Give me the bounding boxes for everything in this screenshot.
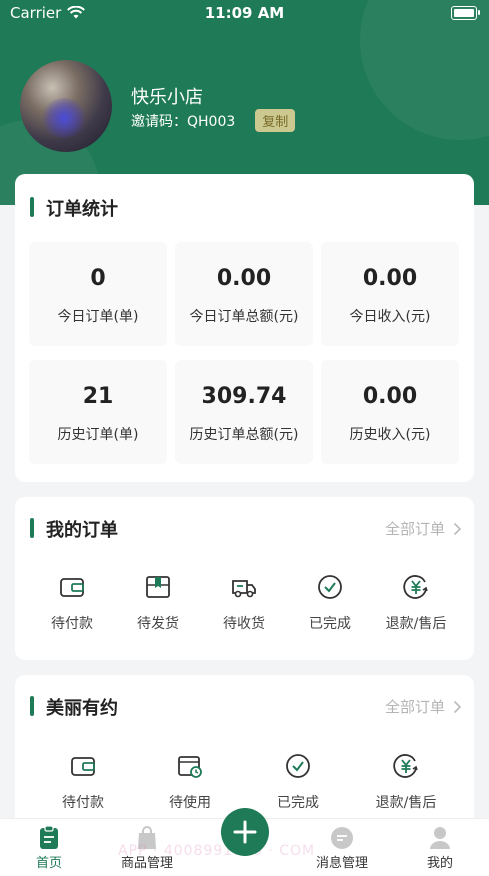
order-pending-receipt[interactable]: 待收货 [199,573,289,633]
order-pending-payment[interactable]: 待付款 [27,573,117,633]
order-item-label: 待收货 [223,616,265,632]
wallet-icon [60,578,84,597]
title-accent [30,197,34,217]
clipboard-icon [40,825,58,849]
add-button[interactable] [221,808,269,856]
calendar-clock-icon [178,756,202,778]
stat-today-orders: 0 今日订单(单) [29,242,167,346]
invite-code-row: 邀请码：QH003 复制 [131,109,296,132]
order-item-label: 待付款 [51,616,93,632]
stat-history-income: 0.00 历史收入(元) [321,360,459,464]
all-orders-link[interactable]: 全部订单 [385,696,462,717]
tab-label: 我的 [426,856,453,871]
wallet-icon [71,757,95,776]
plus-icon [233,820,257,844]
chevron-right-icon [453,700,462,713]
stat-label: 历史收入(元) [349,427,431,443]
stat-history-total: 309.74 历史订单总额(元) [175,360,313,464]
card-title: 美丽有约 [46,698,118,719]
tab-label: 首页 [35,856,62,871]
user-icon [430,827,450,849]
yen-refund-icon [393,754,418,778]
chevron-right-icon [453,522,462,535]
stat-label: 今日订单(单) [57,309,139,325]
tab-home[interactable]: 首页 [0,819,98,871]
beauty-pending-payment[interactable]: 待付款 [38,752,128,812]
order-item-label: 退款/售后 [375,795,437,811]
beauty-completed[interactable]: 已完成 [253,752,343,812]
order-item-label: 已完成 [277,795,319,811]
order-completed[interactable]: 已完成 [285,573,375,633]
status-bar: Carrier 11:09 AM [0,0,489,28]
title-accent [30,518,34,538]
order-pending-shipment[interactable]: 待发货 [113,573,203,633]
avatar[interactable] [20,60,112,152]
title-accent [30,696,34,716]
all-orders-label: 全部订单 [384,698,445,716]
order-item-label: 待发货 [137,616,179,632]
stat-value: 309.74 [201,384,287,409]
order-item-label: 待使用 [169,795,211,811]
copy-button[interactable]: 复制 [255,109,296,132]
watermark: APP · 4008991800 · COM [118,843,316,859]
all-orders-link[interactable]: 全部订单 [385,518,462,539]
invite-code: 邀请码：QH003 [131,113,236,130]
stat-value: 0.00 [216,266,272,291]
stat-today-income: 0.00 今日收入(元) [321,242,459,346]
clock: 11:09 AM [204,4,285,22]
beauty-pending-use[interactable]: 待使用 [145,752,235,812]
stat-label: 历史订单总额(元) [189,427,299,443]
tab-mine[interactable]: 我的 [391,819,489,871]
order-item-label: 退款/售后 [385,616,447,632]
order-stats-card: 订单统计 0 今日订单(单) 0.00 今日订单总额(元) 0.00 今日收入(… [15,174,474,482]
order-item-label: 已完成 [309,616,351,632]
battery-icon [451,6,477,20]
stat-label: 今日订单总额(元) [189,309,299,325]
my-orders-card: 我的订单 全部订单 待付款 待发货 待收货 已完成 退款/售后 [15,497,474,660]
store-name: 快乐小店 [131,87,203,108]
message-icon [331,827,353,849]
stat-value: 0.00 [362,384,418,409]
beauty-refund[interactable]: 退款/售后 [361,752,451,812]
avatar-glow [42,98,86,138]
box-icon [146,576,170,598]
stat-value: 21 [82,384,114,409]
all-orders-label: 全部订单 [384,520,445,538]
check-circle-icon [286,754,310,778]
stat-history-orders: 21 历史订单(单) [29,360,167,464]
battery-tip [478,10,480,15]
stat-label: 历史订单(单) [57,427,139,443]
truck-icon [232,580,256,598]
card-title: 我的订单 [46,520,118,541]
stat-value: 0.00 [362,266,418,291]
stat-value: 0 [90,266,106,291]
stat-label: 今日收入(元) [349,309,431,325]
card-title: 订单统计 [46,199,118,220]
check-circle-icon [318,575,342,599]
yen-refund-icon [403,575,428,599]
order-item-label: 待付款 [62,795,104,811]
order-refund[interactable]: 退款/售后 [371,573,461,633]
stat-today-total: 0.00 今日订单总额(元) [175,242,313,346]
